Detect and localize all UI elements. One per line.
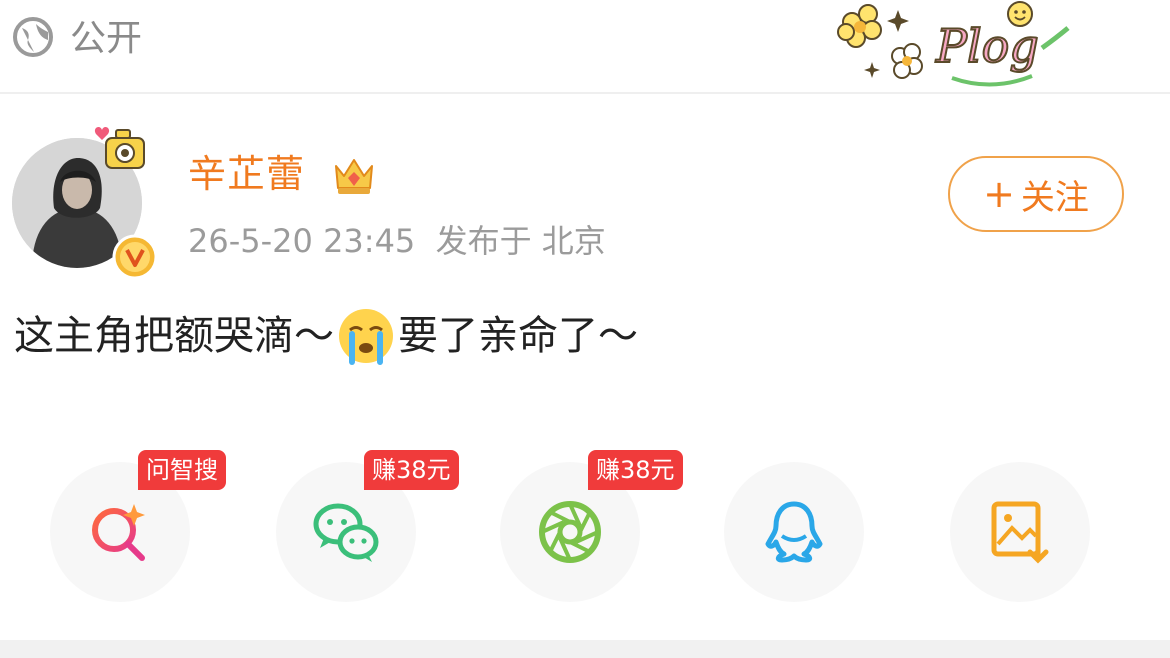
search-sparkle-icon <box>92 504 145 561</box>
save-image-icon <box>991 501 1049 564</box>
post-text-part-1: 这主角把额哭滴～ <box>14 313 334 359</box>
globe-icon <box>13 17 53 57</box>
sticker-text: Plog <box>935 19 1039 73</box>
post-location: 发布于 北京 <box>435 222 606 260</box>
post-text-part-2: 要了亲命了～ <box>398 313 638 359</box>
share-qq-button[interactable] <box>724 462 864 602</box>
bottom-separator <box>0 640 1170 658</box>
plus-icon: + <box>983 172 1015 216</box>
share-row: 问智搜 赚38元 赚38元 <box>0 450 1170 610</box>
author-avatar-group[interactable] <box>12 120 162 280</box>
share-badge-2: 赚38元 <box>364 450 459 490</box>
plog-sticker: Plog <box>837 1 1070 87</box>
verified-badge-icon <box>112 234 158 280</box>
post-timestamp: 26-5-20 23:45 <box>188 222 416 260</box>
crown-icon <box>335 159 373 194</box>
share-badge-1: 问智搜 <box>138 450 226 490</box>
share-badge-3: 赚38元 <box>588 450 683 490</box>
post-text: 这主角把额哭滴～ 要了亲命了～ <box>14 306 638 366</box>
qq-icon <box>765 501 823 563</box>
post-meta: 26-5-20 23:45 发布于 北京 <box>188 220 606 262</box>
crying-face-emoji-icon <box>339 309 393 365</box>
header-divider <box>0 92 1170 94</box>
follow-button[interactable]: + 关注 <box>948 156 1124 232</box>
share-save-image-button[interactable] <box>950 462 1090 602</box>
visibility-label[interactable]: 公开 <box>70 18 142 60</box>
wechat-icon <box>313 503 379 562</box>
author-name[interactable]: 辛芷蕾 <box>188 150 305 198</box>
follow-label: 关注 <box>1020 177 1089 218</box>
top-bar: 公开 Plog <box>0 0 1170 92</box>
camera-decoration-icon <box>94 127 145 169</box>
wechat-moments-icon <box>539 501 601 563</box>
